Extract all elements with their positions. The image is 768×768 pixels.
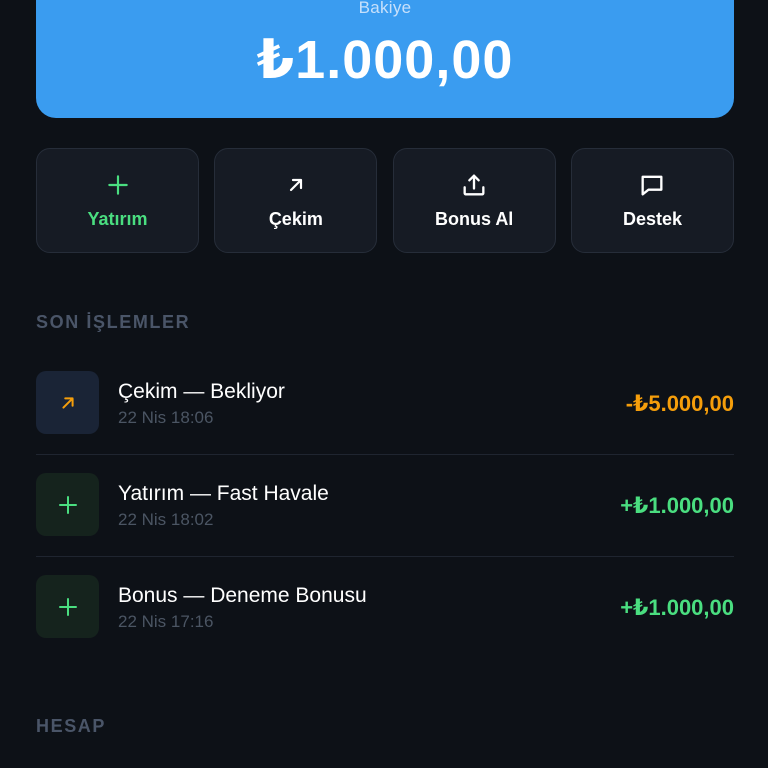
arrow-up-right-icon bbox=[36, 371, 99, 434]
quick-actions: Yatırım Çekim Bonus Al Destek bbox=[36, 148, 734, 253]
transaction-title: Bonus — Deneme Bonusu bbox=[118, 584, 367, 607]
transaction-amount: +₺1.000,00 bbox=[620, 595, 734, 620]
balance-card: Bakiye ₺1.000,00 bbox=[36, 0, 734, 118]
withdraw-label: Çekim bbox=[268, 209, 323, 229]
support-button[interactable]: Destek bbox=[570, 148, 734, 253]
transaction-amount: +₺1.000,00 bbox=[620, 493, 734, 518]
support-label: Destek bbox=[622, 209, 682, 229]
balance-label: Bakiye bbox=[358, 0, 412, 17]
recent-transactions-title: SON İŞLEMLER bbox=[36, 312, 191, 332]
plus-icon bbox=[36, 473, 99, 536]
plus-icon bbox=[36, 575, 99, 638]
balance-amount: ₺1.000,00 bbox=[256, 30, 514, 90]
plus-icon bbox=[104, 171, 132, 199]
transaction-title: Çekim — Bekliyor bbox=[118, 380, 285, 403]
message-icon bbox=[638, 171, 666, 199]
bonus-label: Bonus Al bbox=[434, 209, 514, 229]
transaction-time: 22 Nis 17:16 bbox=[118, 612, 214, 631]
account-section-title: HESAP bbox=[36, 716, 107, 736]
transaction-row[interactable]: Bonus — Deneme Bonusu 22 Nis 17:16 +₺1.0… bbox=[36, 557, 734, 659]
transaction-time: 22 Nis 18:02 bbox=[118, 510, 214, 529]
withdraw-button[interactable]: Çekim bbox=[214, 148, 378, 253]
transaction-title: Yatırım — Fast Havale bbox=[118, 482, 329, 505]
wallet-page: Bakiye ₺1.000,00 Yatırım Çekim Bonus Al bbox=[0, 0, 768, 768]
transaction-row[interactable]: Çekim — Bekliyor 22 Nis 18:06 -₺5.000,00 bbox=[36, 353, 734, 455]
transaction-row[interactable]: Yatırım — Fast Havale 22 Nis 18:02 +₺1.0… bbox=[36, 455, 734, 557]
upload-icon bbox=[460, 171, 488, 199]
transaction-time: 22 Nis 18:06 bbox=[118, 408, 214, 427]
transaction-amount: -₺5.000,00 bbox=[625, 391, 734, 416]
bonus-button[interactable]: Bonus Al bbox=[392, 148, 556, 253]
deposit-label: Yatırım bbox=[87, 209, 148, 229]
transaction-list: Çekim — Bekliyor 22 Nis 18:06 -₺5.000,00… bbox=[36, 353, 734, 659]
deposit-button[interactable]: Yatırım bbox=[36, 148, 199, 253]
arrow-up-right-icon bbox=[282, 171, 310, 199]
